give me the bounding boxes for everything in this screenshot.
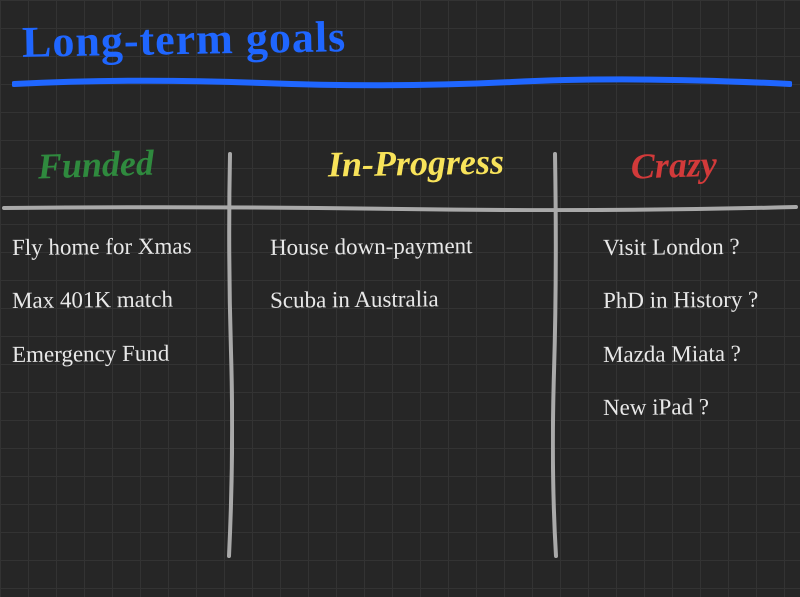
list-item: Mazda Miata ? (603, 340, 800, 367)
list-item: Scuba in Australia (270, 287, 439, 314)
list-item: Visit London ? (603, 233, 800, 260)
column-header-funded: Funded (37, 139, 239, 202)
title-underline (12, 76, 792, 90)
list-item: Fly home for Xmas (12, 233, 238, 260)
columns-container: Funded Fly home for Xmas Max 401K match … (0, 142, 800, 433)
page-title: Long-term goals (22, 11, 347, 68)
column-funded: Funded Fly home for Xmas Max 401K match … (0, 142, 250, 433)
column-header-crazy: Crazy (630, 138, 800, 201)
column-inprogress: In-Progress House down-payment Scuba in … (250, 142, 583, 433)
list-item: PhD in History ? (603, 286, 800, 313)
column-header-inprogress: In-Progress (328, 140, 505, 199)
list-item: Max 401K match (12, 286, 238, 313)
list-item: New iPad ? (603, 393, 800, 420)
list-item: Emergency Fund (12, 340, 238, 367)
list-item: House down-payment (270, 233, 473, 260)
column-crazy: Crazy Visit London ? PhD in History ? Ma… (583, 142, 800, 433)
